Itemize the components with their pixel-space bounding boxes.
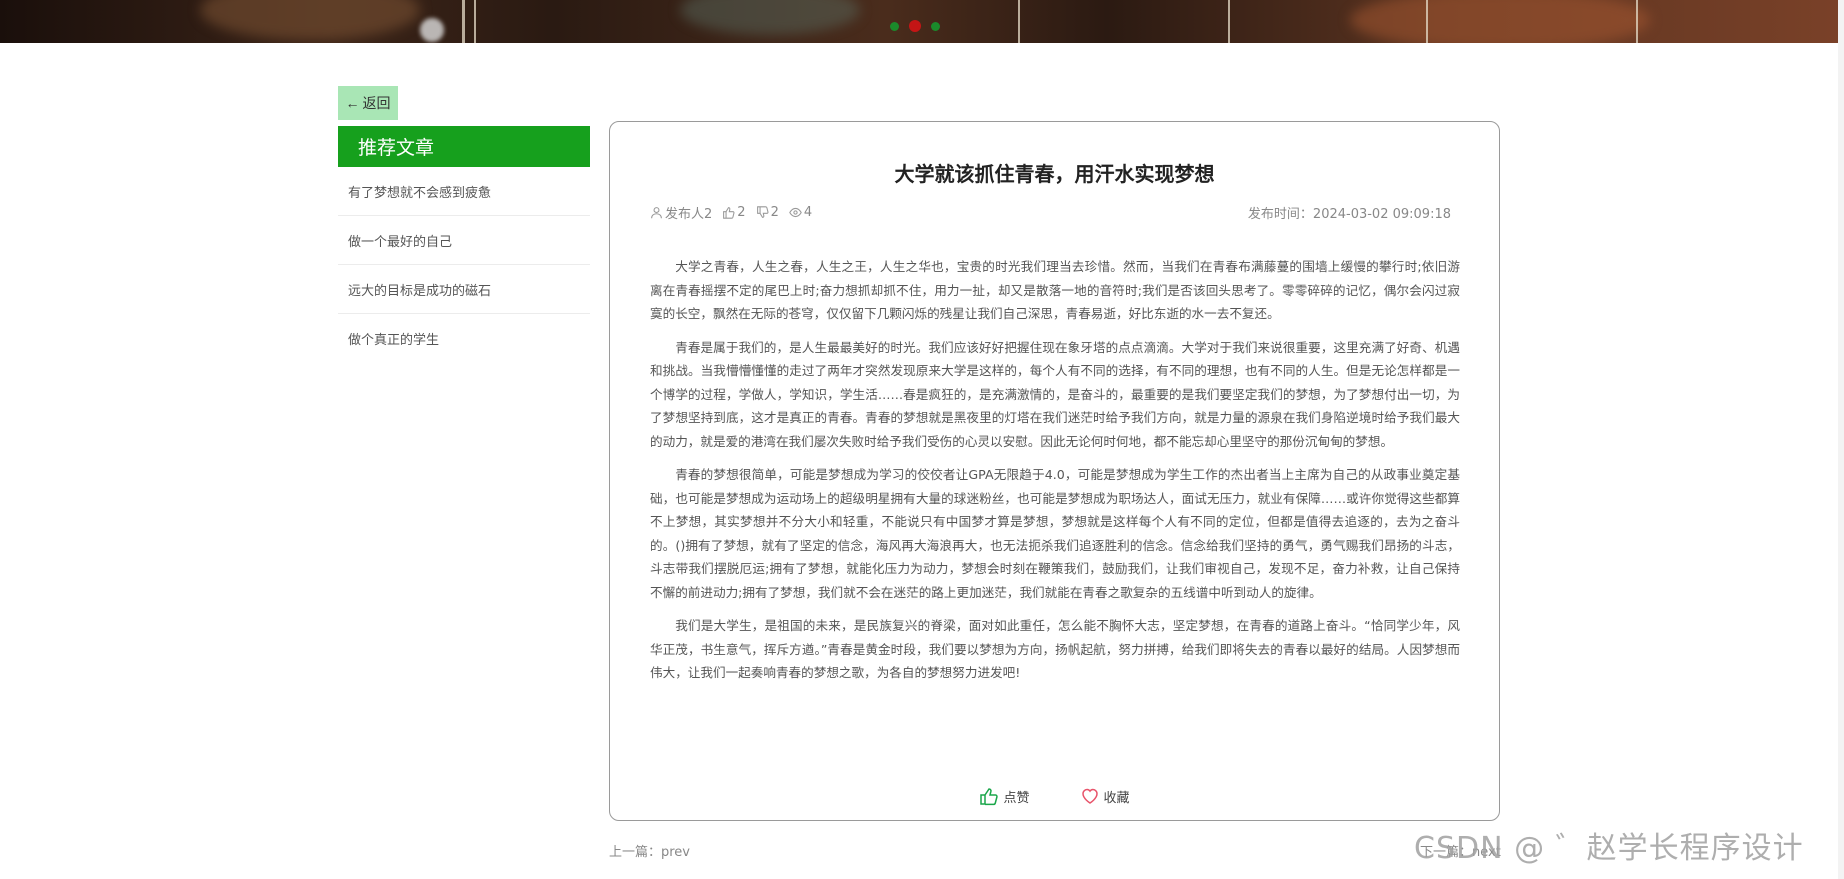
- article-card: 大学就该抓住青春，用汗水实现梦想 发布人2 2 2 4 发布时间：2024-03…: [609, 121, 1500, 821]
- thumbs-up-icon: [723, 207, 735, 219]
- likes-count: 2: [737, 205, 746, 220]
- csdn-watermark: CSDN @ ゛赵学长程序设计: [1414, 831, 1804, 866]
- page-scrollbar[interactable]: [1838, 0, 1844, 879]
- arrow-left-icon: ←: [345, 95, 360, 111]
- sidebar-item-2[interactable]: 做一个最好的自己: [338, 216, 590, 265]
- article-actions: 点赞 收藏: [610, 786, 1499, 806]
- sidebar-item-3[interactable]: 远大的目标是成功的磁石: [338, 265, 590, 314]
- sidebar-list: 有了梦想就不会感到疲惫 做一个最好的自己 远大的目标是成功的磁石 做个真正的学生: [338, 167, 590, 363]
- carousel-dot-3[interactable]: [931, 21, 940, 31]
- carousel-dot-1[interactable]: [890, 21, 899, 31]
- like-label: 点赞: [1003, 790, 1030, 806]
- collect-label: 收藏: [1103, 790, 1130, 806]
- sidebar-item-4[interactable]: 做个真正的学生: [338, 314, 590, 363]
- heart-icon: [1081, 788, 1098, 804]
- article-paragraph: 青春是属于我们的，是人生最最美好的时光。我们应该好好把握住现在象牙塔的点点滴滴。…: [650, 339, 1460, 449]
- article-paragraph: 我们是大学生，是祖国的未来，是民族复兴的脊梁，面对如此重任，怎么能不胸怀大志，坚…: [650, 618, 1460, 680]
- eye-icon: [789, 207, 802, 218]
- guitar-string: [1426, 0, 1428, 43]
- recommended-articles: 推荐文章 有了梦想就不会感到疲惫 做一个最好的自己 远大的目标是成功的磁石 做个…: [338, 126, 590, 363]
- author-meta: 发布人2: [650, 203, 712, 222]
- back-button[interactable]: ← 返回: [338, 86, 398, 120]
- guitar-string: [1228, 0, 1230, 43]
- article-title: 大学就该抓住青春，用汗水实现梦想: [894, 162, 1215, 186]
- carousel-indicators: [890, 20, 940, 32]
- like-button[interactable]: 点赞: [979, 786, 1030, 806]
- banner-glow: [1350, 0, 1650, 43]
- guitar-string: [462, 0, 465, 43]
- views-meta: 4: [789, 205, 812, 220]
- dislikes-count: 2: [770, 205, 779, 220]
- guitar-string: [1018, 0, 1020, 43]
- sidebar-item-1[interactable]: 有了梦想就不会感到疲惫: [338, 167, 590, 216]
- publish-time-label: 发布时间：: [1247, 207, 1313, 222]
- back-button-label: 返回: [362, 95, 391, 111]
- article-paragraph: 大学之青春，人生之春，人生之王，人生之华也，宝贵的时光我们理当去珍惜。然而，当我…: [650, 259, 1460, 321]
- author-name: 发布人2: [665, 207, 713, 222]
- likes-meta: 2: [722, 205, 746, 220]
- thumbs-down-icon: [756, 206, 769, 218]
- dislikes-meta: 2: [756, 205, 779, 220]
- sidebar-title: 推荐文章: [338, 126, 590, 167]
- guitar-string: [1636, 0, 1638, 43]
- publish-time: 发布时间：2024-03-02 09:09:18: [1248, 203, 1451, 222]
- banner-glow: [200, 0, 420, 40]
- user-icon: [651, 207, 662, 219]
- article-paragraph: 青春的梦想很简单，可能是梦想成为学习的佼佼者让GPA无限趋于4.0，可能是梦想成…: [650, 467, 1460, 600]
- prev-article-link[interactable]: 上一篇：prev: [609, 841, 690, 860]
- carousel-dot-2[interactable]: [909, 20, 921, 32]
- banner-carousel: [0, 0, 1844, 43]
- article-meta: 发布人2 2 2 4: [650, 203, 812, 222]
- publish-time-value: 2024-03-02 09:09:18: [1312, 207, 1451, 222]
- banner-glow: [680, 0, 860, 35]
- views-count: 4: [803, 205, 813, 220]
- thumbs-up-icon: [980, 788, 999, 806]
- guitar-string: [474, 0, 476, 43]
- collect-button[interactable]: 收藏: [1080, 786, 1130, 806]
- article-content: 大学之青春，人生之春，人生之王，人生之华也，宝贵的时光我们理当去珍惜。然而，当我…: [650, 255, 1460, 695]
- banner-knob: [420, 18, 444, 42]
